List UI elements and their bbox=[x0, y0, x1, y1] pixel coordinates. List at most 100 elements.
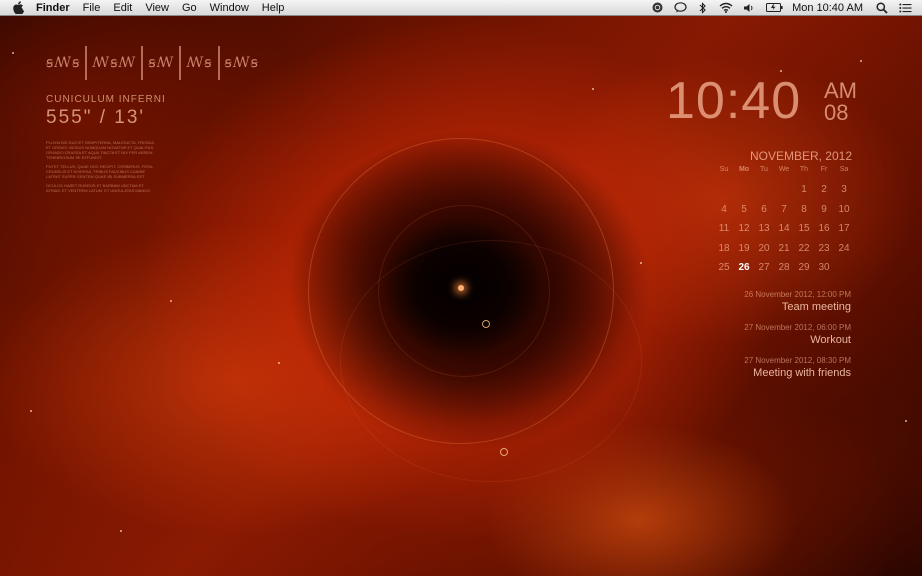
event-date: 27 November 2012, 08:30 PM bbox=[744, 356, 851, 365]
glyph-divider bbox=[179, 46, 182, 80]
calendar-day[interactable]: 19 bbox=[734, 243, 754, 263]
apple-icon[interactable] bbox=[12, 1, 26, 15]
event-item[interactable]: 26 November 2012, 12:00 PM Team meeting bbox=[700, 290, 851, 314]
description-paragraph: PUTET TELLUS, QUAE HOC RECIPIT. CERBERUS… bbox=[46, 164, 153, 179]
search-icon[interactable] bbox=[875, 1, 889, 15]
calendar-day[interactable]: 1 bbox=[794, 184, 814, 204]
star bbox=[640, 262, 642, 264]
calendar-day bbox=[734, 184, 754, 204]
glyph-divider bbox=[217, 46, 220, 80]
star bbox=[30, 410, 32, 412]
calendar-day[interactable]: 10 bbox=[834, 204, 854, 224]
calendar-grid: 1 2 3 4 5 6 7 8 9 10 11 12 13 14 15 16 17 18 19 20 21 22 23 24 2… bbox=[714, 184, 854, 282]
menu-finder[interactable]: Finder bbox=[36, 0, 70, 16]
event-title: Workout bbox=[810, 334, 851, 346]
calendar-day[interactable]: 7 bbox=[774, 204, 794, 224]
volume-icon[interactable] bbox=[742, 1, 756, 15]
calendar-day[interactable]: 6 bbox=[754, 204, 774, 224]
star bbox=[278, 362, 280, 364]
star bbox=[170, 300, 172, 302]
widget-clock-ampm: AM bbox=[824, 78, 857, 103]
calendar-day[interactable]: 14 bbox=[774, 223, 794, 243]
calendar-day[interactable]: 13 bbox=[754, 223, 774, 243]
star bbox=[12, 52, 14, 54]
calendar-title: NOVEMBER, 2012 bbox=[749, 149, 852, 163]
menu-help[interactable]: Help bbox=[262, 0, 285, 16]
calendar-day[interactable]: 2 bbox=[814, 184, 834, 204]
glyph-text: ꞩꟿꞩ bbox=[224, 55, 259, 71]
bluetooth-icon[interactable] bbox=[696, 1, 710, 15]
weekday-label: Th bbox=[799, 166, 809, 173]
speech-bubble-icon[interactable] bbox=[673, 1, 687, 15]
battery-icon[interactable] bbox=[765, 1, 783, 15]
orbiting-planet bbox=[500, 448, 508, 456]
calendar-weekdays: Su Mo Tu We Th Fr Sa bbox=[714, 166, 854, 173]
calendar-day[interactable]: 5 bbox=[734, 204, 754, 224]
menu-bar: Finder File Edit View Go Window Help Mon… bbox=[0, 0, 922, 16]
calendar-day[interactable]: 27 bbox=[754, 262, 774, 282]
calendar-day[interactable]: 8 bbox=[794, 204, 814, 224]
black-hole-core bbox=[458, 285, 464, 291]
glyph-text: ꟿꞩꟿ bbox=[92, 55, 137, 71]
glyph-text: ꞩꟿꞩ bbox=[46, 55, 81, 71]
calendar-day[interactable]: 11 bbox=[714, 223, 734, 243]
calendar-day[interactable]: 28 bbox=[774, 262, 794, 282]
calendar-day[interactable]: 15 bbox=[794, 223, 814, 243]
glyph-divider bbox=[141, 46, 144, 80]
calendar-day[interactable]: 9 bbox=[814, 204, 834, 224]
calendar-day bbox=[714, 184, 734, 204]
event-list: 26 November 2012, 12:00 PM Team meeting … bbox=[700, 290, 851, 389]
widget-title: CUNICULUM INFERNI bbox=[46, 94, 166, 105]
calendar-day bbox=[754, 184, 774, 204]
calendar-day[interactable]: 25 bbox=[714, 262, 734, 282]
menu-file[interactable]: File bbox=[83, 0, 101, 16]
calendar-day bbox=[834, 262, 854, 282]
calendar-day[interactable]: 4 bbox=[714, 204, 734, 224]
weekday-label: Su bbox=[719, 166, 729, 173]
power-icon[interactable] bbox=[650, 1, 664, 15]
event-item[interactable]: 27 November 2012, 06:00 PM Workout bbox=[700, 323, 851, 347]
widget-description: PLUVIA BIS DUO ET SEMPITERNA, MALEDICTA,… bbox=[46, 140, 156, 197]
star bbox=[120, 530, 122, 532]
menu-window[interactable]: Window bbox=[210, 0, 249, 16]
widget-clock-time: 10:40 bbox=[666, 72, 802, 130]
menu-view[interactable]: View bbox=[145, 0, 169, 16]
weekday-label: Sa bbox=[839, 166, 849, 173]
glyph-row: ꞩꟿꞩ ꟿꞩꟿ ꞩꟿ ꟿꞩ ꞩꟿꞩ bbox=[46, 46, 259, 80]
notification-list-icon[interactable] bbox=[898, 1, 912, 15]
calendar-day[interactable]: 23 bbox=[814, 243, 834, 263]
calendar-day[interactable]: 18 bbox=[714, 243, 734, 263]
calendar-day[interactable]: 21 bbox=[774, 243, 794, 263]
event-item[interactable]: 27 November 2012, 08:30 PM Meeting with … bbox=[700, 356, 851, 380]
description-paragraph: PLUVIA BIS DUO ET SEMPITERNA, MALEDICTA,… bbox=[46, 140, 155, 160]
menubar-clock[interactable]: Mon 10:40 AM bbox=[792, 2, 863, 14]
star bbox=[860, 60, 862, 62]
glyph-text: ꞩꟿ bbox=[148, 55, 175, 71]
calendar-day[interactable]: 12 bbox=[734, 223, 754, 243]
menu-go[interactable]: Go bbox=[182, 0, 197, 16]
status-area: Mon 10:40 AM bbox=[650, 0, 922, 16]
orbiting-planet bbox=[482, 320, 490, 328]
description-paragraph: OCULOS HABET RUBROS ET BARBAM UNCTAM ET … bbox=[46, 183, 151, 193]
wifi-icon[interactable] bbox=[719, 1, 733, 15]
calendar-day[interactable]: 20 bbox=[754, 243, 774, 263]
star bbox=[905, 420, 907, 422]
calendar-day[interactable]: 24 bbox=[834, 243, 854, 263]
star bbox=[592, 88, 594, 90]
calendar-day[interactable]: 26 bbox=[734, 262, 754, 282]
calendar-day[interactable]: 30 bbox=[814, 262, 834, 282]
orbit-ring bbox=[340, 240, 642, 482]
event-date: 27 November 2012, 06:00 PM bbox=[744, 323, 851, 332]
widget-value: 555" / 13' bbox=[46, 107, 146, 128]
calendar-day[interactable]: 17 bbox=[834, 223, 854, 243]
widget-clock-seconds: 08 bbox=[824, 100, 849, 125]
glyph-text: ꟿꞩ bbox=[186, 55, 213, 71]
calendar-day[interactable]: 22 bbox=[794, 243, 814, 263]
menu-edit[interactable]: Edit bbox=[113, 0, 132, 16]
calendar-day[interactable]: 29 bbox=[794, 262, 814, 282]
weekday-label: We bbox=[778, 166, 790, 173]
calendar-day[interactable]: 3 bbox=[834, 184, 854, 204]
calendar-day[interactable]: 16 bbox=[814, 223, 834, 243]
calendar-day bbox=[774, 184, 794, 204]
event-title: Team meeting bbox=[781, 301, 851, 313]
